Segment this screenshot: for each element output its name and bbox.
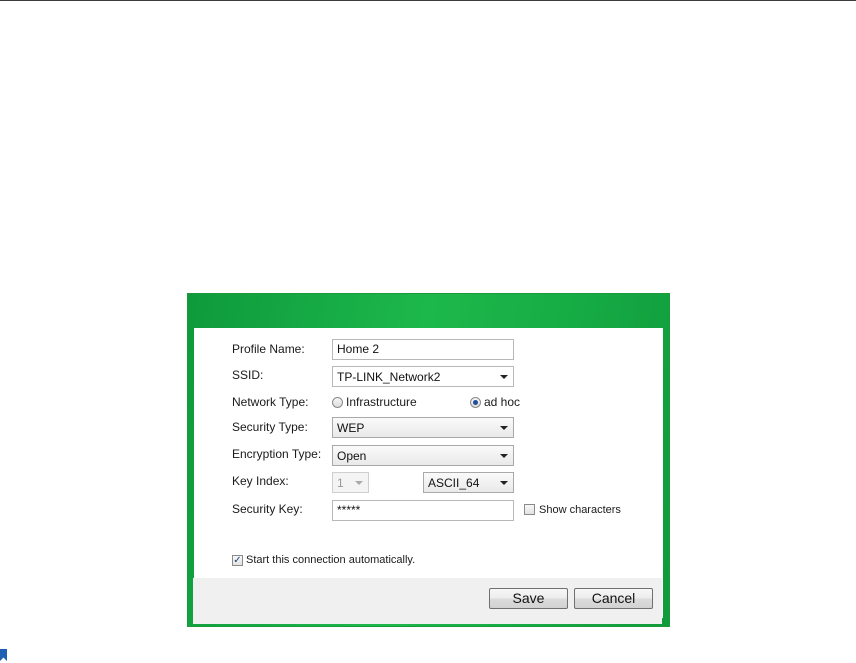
key-index-label: Key Index:	[232, 474, 289, 488]
key-format-value: ASCII_64	[428, 476, 480, 490]
security-type-select[interactable]: WEP	[332, 417, 514, 438]
profile-dialog: Profile Name: Home 2 SSID: TP-LINK_Netwo…	[187, 293, 670, 627]
security-key-input[interactable]: *****	[332, 500, 514, 521]
profile-name-input[interactable]: Home 2	[332, 339, 514, 360]
dialog-content: Profile Name: Home 2 SSID: TP-LINK_Netwo…	[194, 328, 663, 618]
radio-infrastructure-label: Infrastructure	[346, 395, 417, 409]
key-index-select: 1	[332, 472, 369, 493]
dialog-footer: Save Cancel	[193, 578, 662, 624]
ssid-value: TP-LINK_Network2	[337, 370, 441, 384]
cancel-button[interactable]: Cancel	[574, 588, 653, 609]
security-type-label: Security Type:	[232, 420, 308, 434]
auto-connect-checkbox[interactable]: ✓	[232, 555, 243, 566]
encryption-type-value: Open	[337, 449, 367, 463]
radio-infrastructure[interactable]	[332, 397, 343, 408]
ssid-combo[interactable]: TP-LINK_Network2	[332, 366, 514, 387]
chevron-down-icon	[500, 375, 508, 379]
page-top-rule	[0, 0, 856, 1]
profile-name-label: Profile Name:	[232, 342, 305, 356]
encryption-type-select[interactable]: Open	[332, 445, 514, 466]
key-format-select[interactable]: ASCII_64	[423, 472, 514, 493]
chevron-down-icon	[500, 426, 508, 430]
show-characters-checkbox[interactable]	[524, 504, 535, 515]
radio-ad-hoc-label: ad hoc	[484, 395, 521, 409]
key-index-value: 1	[337, 476, 344, 490]
security-key-label: Security Key:	[232, 502, 303, 516]
bookmark-icon	[0, 649, 7, 661]
dialog-titlebar[interactable]	[188, 294, 669, 328]
radio-ad-hoc[interactable]	[470, 397, 481, 408]
encryption-type-label: Encryption Type:	[232, 447, 322, 461]
auto-connect-label: Start this connection automatically.	[246, 554, 416, 566]
chevron-down-icon	[355, 481, 363, 485]
security-type-value: WEP	[337, 421, 365, 435]
chevron-down-icon	[500, 481, 508, 485]
save-button[interactable]: Save	[489, 588, 568, 609]
ssid-label: SSID:	[232, 368, 264, 382]
chevron-down-icon	[500, 454, 508, 458]
network-type-label: Network Type:	[232, 395, 309, 409]
show-characters-label: Show characters	[539, 504, 621, 516]
